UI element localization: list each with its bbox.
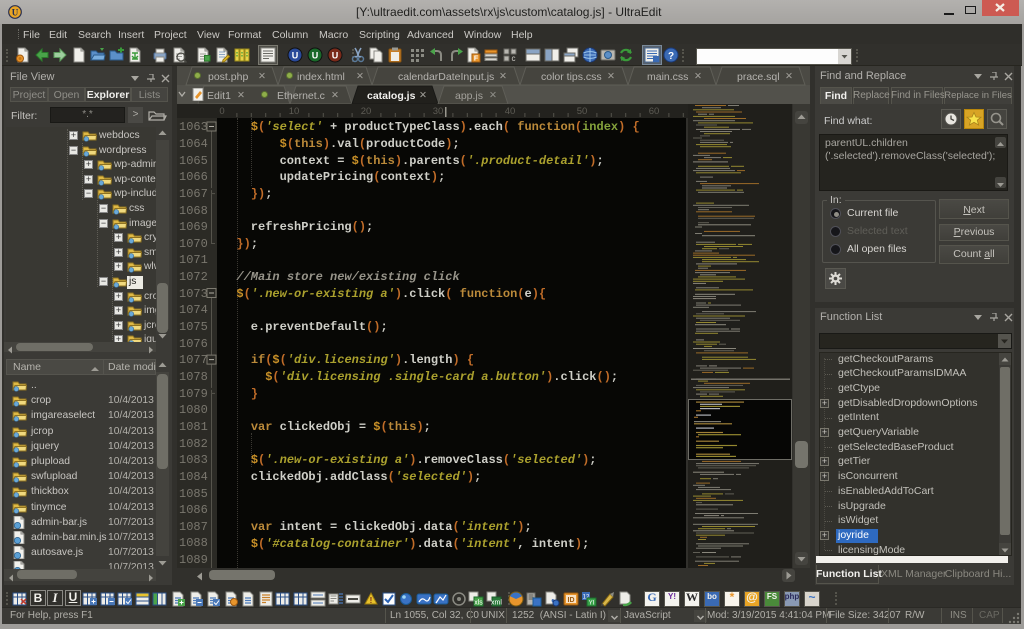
svg-text:ID: ID bbox=[568, 597, 575, 604]
svg-text:YI: YI bbox=[589, 601, 595, 607]
svg-text:xls: xls bbox=[474, 600, 483, 607]
svg-text:xml: xml bbox=[491, 600, 502, 607]
svg-text:!: ! bbox=[370, 596, 373, 605]
